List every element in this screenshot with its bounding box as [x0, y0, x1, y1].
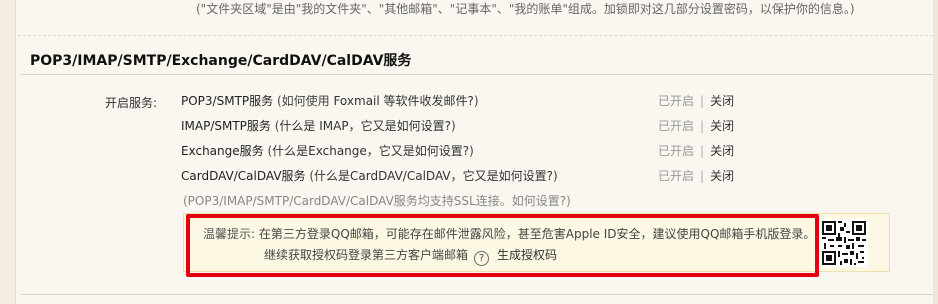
help-icon[interactable]: ? [474, 251, 490, 266]
status-pop3: 已开启 | 关闭 [658, 92, 734, 109]
help-link-pop3[interactable]: Foxmail 等软件收发邮件? [333, 94, 473, 108]
service-name: POP3/SMTP服务 [181, 94, 274, 108]
status-exchange: 已开启 | 关闭 [658, 142, 734, 159]
hint-text: (如何使用 [273, 94, 334, 108]
separator: | [700, 144, 705, 158]
disable-caldav-button[interactable]: 关闭 [710, 169, 734, 183]
disable-imap-button[interactable]: 关闭 [710, 119, 734, 133]
warning-text: 在第三方登录QQ邮箱，可能存在邮件泄露风险，甚至危害Apple ID安全，建议使… [258, 227, 816, 241]
separator: | [700, 169, 705, 183]
separator: | [700, 94, 705, 108]
disable-pop3-button[interactable]: 关闭 [710, 94, 734, 108]
hint-text: ( [263, 144, 273, 158]
open-service-label: 开启服务: [105, 96, 158, 110]
warning-label: 温馨提示: [203, 227, 256, 241]
disable-exchange-button[interactable]: 关闭 [710, 144, 734, 158]
status-enabled: 已开启 [658, 169, 695, 183]
divider [20, 294, 938, 295]
status-imap: 已开启 | 关闭 [658, 117, 734, 134]
warning-line-2: 继续获取授权码登录第三方客户端邮箱? 生成授权码 [264, 246, 557, 266]
hint-text: ) [552, 169, 558, 183]
hint-text: ) [450, 119, 456, 133]
scrollbar-edge [933, 0, 938, 304]
service-row-caldav: CardDAV/CalDAV服务 (什么是CardDAV/CalDAV，它又是如… [181, 167, 558, 184]
service-name: Exchange服务 [181, 144, 264, 158]
generate-auth-code-link[interactable]: 生成授权码 [497, 248, 557, 262]
qr-code-icon [820, 219, 868, 267]
service-row-exchange: Exchange服务 (什么是Exchange，它又是如何设置?) [181, 142, 474, 159]
help-link-exchange[interactable]: 什么是Exchange，它又是如何设置? [272, 144, 469, 158]
divider [20, 74, 938, 75]
divider [18, 35, 938, 36]
section-title: POP3/IMAP/SMTP/Exchange/CardDAV/CalDAV服务 [30, 53, 412, 69]
help-link-caldav[interactable]: 什么是CardDAV/CalDAV，它又是如何设置? [314, 169, 553, 183]
ssl-note-link[interactable]: (POP3/IMAP/SMTP/CardDAV/CalDAV服务均支持SSL连接… [183, 192, 571, 209]
status-enabled: 已开启 [658, 94, 695, 108]
service-name: IMAP/SMTP服务 [181, 119, 271, 133]
separator: | [700, 119, 705, 133]
service-name: CardDAV/CalDAV服务 [181, 169, 306, 183]
warning-line-1: 温馨提示: 在第三方登录QQ邮箱，可能存在邮件泄露风险，甚至危害Apple ID… [203, 225, 815, 242]
hint-text: ) [473, 94, 479, 108]
status-enabled: 已开启 [658, 119, 695, 133]
folder-lock-note: ("文件夹区域"是由"我的文件夹"、"其他邮箱"、"记事本"、"我的账单"组成。… [196, 2, 855, 16]
status-caldav: 已开启 | 关闭 [658, 167, 734, 184]
status-enabled: 已开启 [658, 144, 695, 158]
hint-text: ( [305, 169, 315, 183]
service-row-pop3: POP3/SMTP服务 (如何使用 Foxmail 等软件收发邮件?) [181, 92, 479, 109]
help-link-imap[interactable]: 什么是 IMAP，它又是如何设置? [279, 119, 451, 133]
service-row-imap: IMAP/SMTP服务 (什么是 IMAP，它又是如何设置?) [181, 117, 456, 134]
auth-code-text: 继续获取授权码登录第三方客户端邮箱 [264, 248, 469, 262]
hint-text: ) [469, 144, 474, 158]
